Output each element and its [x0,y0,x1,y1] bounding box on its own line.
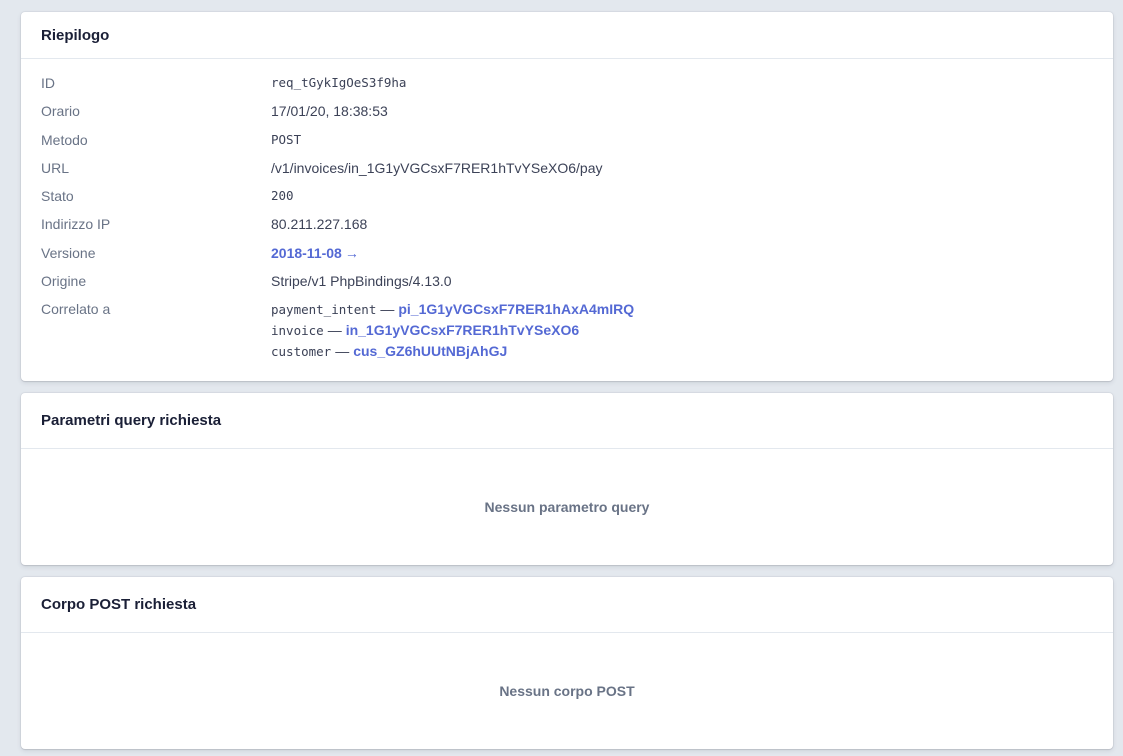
row-label-time: Orario [41,103,80,120]
related-key: customer [271,344,332,360]
query-params-card: Parametri query richiesta Nessun paramet… [21,393,1113,565]
related-item: payment_intent — pi_1G1yVGCsxF7RER1hAxA4mI… [271,299,634,320]
post-body-title: Corpo POST richiesta [21,577,1113,633]
query-params-empty-state: Nessun parametro query [484,499,650,515]
row-version: Versione 2018-11-08 → [21,243,1113,271]
method-value: POST [271,131,302,147]
post-body-card: Corpo POST richiesta Nessun corpo POST [21,577,1113,749]
time-value: 17/01/20, 18:38:53 [271,103,388,120]
related-link-invoice[interactable]: in_1G1yVGCsxF7RER1hTvYSeXO6 [346,322,579,338]
summary-card: Riepilogo ID req_tGykIgOeS3f9ha Orario 1… [21,12,1113,381]
row-label-status: Stato [41,188,74,205]
row-time: Orario 17/01/20, 18:38:53 [21,101,1113,129]
summary-rows: ID req_tGykIgOeS3f9ha Orario 17/01/20, 1… [21,59,1113,362]
row-label-version: Versione [41,244,96,261]
row-related: Correlato a payment_intent — pi_1G1yVGCsxF… [21,299,1113,362]
row-status: Stato 200 [21,186,1113,214]
status-value: 200 [271,188,294,204]
post-body-empty-state: Nessun corpo POST [499,683,635,699]
request-id-value: req_tGykIgOeS3f9ha [271,75,407,90]
query-params-title: Parametri query richiesta [21,393,1113,449]
related-link-customer[interactable]: cus_GZ6hUUtNBjAhGJ [353,343,507,359]
row-label-ip: Indirizzo IP [41,216,111,233]
version-link[interactable]: 2018-11-08 [271,245,342,261]
row-method: Metodo POST [21,130,1113,158]
row-id: ID req_tGykIgOeS3f9ha [21,73,1113,101]
summary-title: Riepilogo [21,12,1113,59]
row-label-related: Correlato a [41,301,111,318]
url-value: /v1/invoices/in_1G1yVGCsxF7RER1hTvYSeXO6… [271,159,603,176]
arrow-right-icon[interactable]: → [345,245,359,261]
row-label-url: URL [41,159,70,176]
page: Riepilogo ID req_tGykIgOeS3f9ha Orario 1… [0,0,1123,756]
origin-value: Stripe/v1 PhpBindings/4.13.0 [271,273,452,290]
related-link-payment-intent[interactable]: pi_1G1yVGCsxF7RER1hAxA4mIRQ [398,301,634,317]
related-item: invoice — in_1G1yVGCsxF7RER1hTvYSeXO6 [271,320,634,341]
row-label-method: Metodo [41,131,88,148]
related-item: customer — cus_GZ6hUUtNBjAhGJ [271,341,634,362]
related-separator: — [380,301,395,318]
ip-value: 80.211.227.168 [271,216,368,233]
related-key: invoice [271,323,324,339]
related-separator: — [335,343,350,360]
row-label-id: ID [41,75,55,91]
related-list: payment_intent — pi_1G1yVGCsxF7RER1hAxA4mI… [271,299,634,362]
row-url: URL /v1/invoices/in_1G1yVGCsxF7RER1hTvYS… [21,158,1113,186]
row-origin: Origine Stripe/v1 PhpBindings/4.13.0 [21,271,1113,299]
related-separator: — [327,322,342,339]
related-key: payment_intent [271,302,377,318]
row-label-origin: Origine [41,273,87,290]
row-ip: Indirizzo IP 80.211.227.168 [21,214,1113,242]
